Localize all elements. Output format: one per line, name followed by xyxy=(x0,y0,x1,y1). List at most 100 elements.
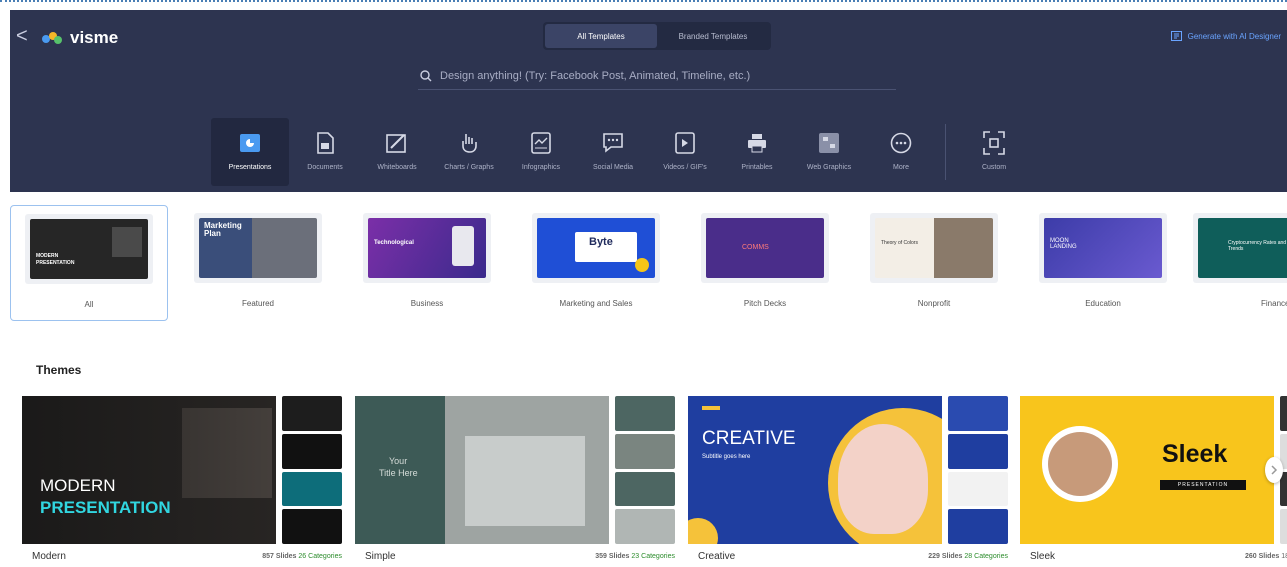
theme-preview: Your Title Here xyxy=(355,396,609,544)
top-dotted-line xyxy=(0,0,1287,2)
subcategory-thumb: COMMS xyxy=(701,213,829,283)
theme-card-creative[interactable]: CREATIVE Subtitle goes here Creative 229… xyxy=(688,396,1008,567)
subcategory-nonprofit[interactable]: Theory of Colors Nonprofit xyxy=(855,205,1013,321)
theme-card-simple[interactable]: Your Title Here Simple 359 Slides 23 Cat… xyxy=(355,396,675,567)
back-button[interactable]: < xyxy=(16,26,28,46)
category-documents[interactable]: Documents xyxy=(289,118,361,186)
visme-logo-icon xyxy=(42,32,62,44)
theme-slides xyxy=(282,396,342,544)
subcategory-label: Pitch Decks xyxy=(743,299,787,308)
tab-branded-templates[interactable]: Branded Templates xyxy=(657,24,769,48)
presentation-icon xyxy=(240,134,260,152)
visme-logo[interactable]: visme xyxy=(40,28,118,48)
subcategory-label: All xyxy=(84,300,94,309)
search-input[interactable]: Design anything! (Try: Facebook Post, An… xyxy=(418,62,896,90)
subcategory-label: Education xyxy=(1085,299,1121,308)
thumb-text: Byte xyxy=(589,236,613,248)
theme-card-sleek[interactable]: Sleek PRESENTATION Sleek 260 Slides 18 xyxy=(1020,396,1287,567)
subcategory-all[interactable]: MODERN PRESENTATION All xyxy=(10,205,168,321)
subcategory-thumb: Technological xyxy=(363,213,491,283)
web-graphic-icon xyxy=(819,133,839,153)
theme-card-modern[interactable]: MODERN PRESENTATION Modern 857 Slides 26… xyxy=(22,396,342,567)
subcategory-business[interactable]: Technological Business xyxy=(348,205,506,321)
category-label: Social Media xyxy=(592,164,634,171)
more-icon xyxy=(890,132,912,154)
theme-subtitle: Title Here xyxy=(379,468,418,478)
search-icon xyxy=(420,69,432,81)
theme-title: MODERN xyxy=(40,476,116,495)
tab-all-templates[interactable]: All Templates xyxy=(545,24,657,48)
subcategory-thumb: MODERN PRESENTATION xyxy=(25,214,153,284)
theme-meta: 260 Slides 18 xyxy=(1245,553,1287,560)
thumb-text: MODERN PRESENTATION xyxy=(36,253,75,266)
subcategory-marketing-sales[interactable]: Byte Marketing and Sales xyxy=(517,205,675,321)
category-bar: Presentations Documents Whiteboards Char… xyxy=(211,118,1030,186)
thumb-text: Theory of Colors xyxy=(881,240,918,246)
category-label: Charts / Graphs xyxy=(444,164,494,171)
thumb-text: MOON LANDING xyxy=(1050,238,1077,250)
theme-slides-count: 260 Slides xyxy=(1245,553,1280,560)
category-videos-gifs[interactable]: Videos / GIF's xyxy=(649,118,721,186)
theme-slides xyxy=(948,396,1008,544)
category-label: Whiteboards xyxy=(377,164,417,171)
category-infographics[interactable]: Infographics xyxy=(505,118,577,186)
category-custom[interactable]: Custom xyxy=(958,118,1030,186)
theme-categories-link[interactable]: 23 Categories xyxy=(631,553,675,560)
category-label: Presentations xyxy=(228,164,272,171)
subcategory-thumb: Marketing Plan xyxy=(194,213,322,283)
video-icon xyxy=(675,132,695,154)
theme-slides-count: 359 Slides xyxy=(595,553,630,560)
category-web-graphics[interactable]: Web Graphics xyxy=(793,118,865,186)
category-label: Custom xyxy=(981,164,1007,171)
printer-icon xyxy=(748,134,766,153)
hand-pointer-icon xyxy=(462,134,477,153)
template-tabs: All Templates Branded Templates xyxy=(543,22,771,50)
infographic-icon xyxy=(531,132,551,154)
custom-size-icon xyxy=(983,131,1005,155)
subcategory-featured[interactable]: Marketing Plan Featured xyxy=(179,205,337,321)
category-more[interactable]: More xyxy=(865,118,937,186)
theme-preview: Sleek PRESENTATION xyxy=(1020,396,1274,544)
subcategory-thumb: Byte xyxy=(532,213,660,283)
thumb-text: Cryptocurrency Rates and Trends xyxy=(1228,240,1287,252)
thumb-text: Marketing Plan xyxy=(204,221,242,238)
subcategory-finance[interactable]: Cryptocurrency Rates and Trends Finance xyxy=(1193,205,1287,321)
subcategory-row: MODERN PRESENTATION All Marketing Plan F… xyxy=(10,205,1287,321)
theme-meta: 359 Slides 23 Categories xyxy=(595,553,675,560)
subcategory-label: Nonprofit xyxy=(917,299,951,308)
theme-name: Simple xyxy=(365,551,396,562)
category-label: Web Graphics xyxy=(806,164,852,171)
category-charts-graphs[interactable]: Charts / Graphs xyxy=(433,118,505,186)
subcategory-label: Business xyxy=(410,299,444,308)
logo-text: visme xyxy=(70,28,119,47)
category-label: Printables xyxy=(741,164,773,171)
theme-categories-link[interactable]: 18 xyxy=(1281,553,1287,560)
subcategory-pitch-decks[interactable]: COMMS Pitch Decks xyxy=(686,205,844,321)
thumb-text: COMMS xyxy=(742,244,769,251)
theme-name: Creative xyxy=(698,551,736,562)
subcategory-label: Featured xyxy=(241,299,275,308)
theme-categories-link[interactable]: 28 Categories xyxy=(964,553,1008,560)
theme-categories-link[interactable]: 26 Categories xyxy=(298,553,342,560)
theme-subtitle: PRESENTATION xyxy=(40,498,171,517)
theme-title: CREATIVE xyxy=(702,428,796,449)
theme-slides-count: 229 Slides xyxy=(928,553,963,560)
subcategory-thumb: Cryptocurrency Rates and Trends xyxy=(1193,213,1287,283)
subcategory-education[interactable]: MOON LANDING Education xyxy=(1024,205,1182,321)
category-label: Videos / GIF's xyxy=(663,164,707,171)
generate-ai-button[interactable]: Generate with AI Designer xyxy=(1170,31,1281,41)
category-printables[interactable]: Printables xyxy=(721,118,793,186)
document-icon xyxy=(317,132,334,154)
category-social-media[interactable]: Social Media xyxy=(577,118,649,186)
carousel-next-button[interactable] xyxy=(1265,457,1283,483)
whiteboard-icon xyxy=(386,134,406,153)
category-label: More xyxy=(893,164,909,171)
theme-slides-count: 857 Slides xyxy=(262,553,297,560)
category-presentations[interactable]: Presentations xyxy=(211,118,289,186)
chevron-right-icon xyxy=(1271,465,1278,475)
subcategory-label: Finance xyxy=(1261,299,1287,308)
thumb-text: Technological xyxy=(374,240,414,246)
themes-heading: Themes xyxy=(36,363,82,377)
category-whiteboards[interactable]: Whiteboards xyxy=(361,118,433,186)
theme-title: Your xyxy=(389,456,408,466)
